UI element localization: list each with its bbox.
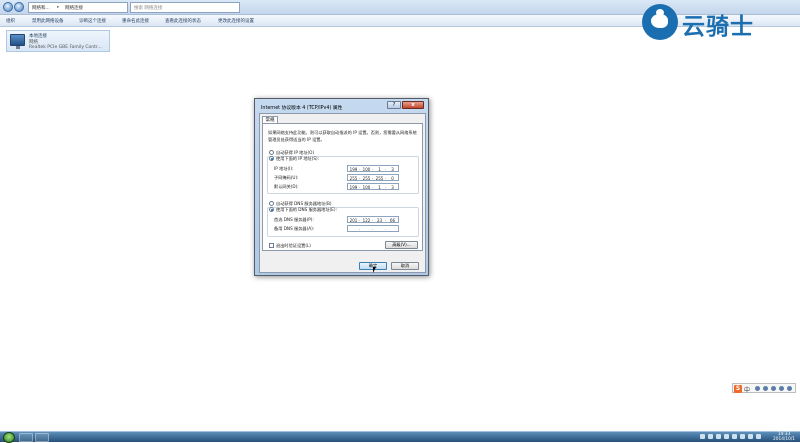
dialog-title: Internet 协议版本 4 (TCP/IPv4) 属性 xyxy=(261,106,343,111)
ip-octet: 3 xyxy=(391,167,394,172)
forward-icon[interactable]: › xyxy=(14,2,24,12)
taskbar-explorer-icon[interactable] xyxy=(19,433,33,442)
tray-icon[interactable] xyxy=(716,434,721,439)
ime-toolbar[interactable]: S 中 xyxy=(732,383,796,394)
organize-button[interactable]: 组织 xyxy=(6,18,15,24)
manual-ip-label: 使用下面的 IP 地址(S): xyxy=(276,156,320,161)
dns-octet: 122 xyxy=(362,218,371,223)
manual-ip-radio[interactable] xyxy=(269,156,274,161)
mask-octet: 255 xyxy=(362,176,371,181)
manual-dns-label: 使用下面的 DNS 服务器地址(E): xyxy=(276,207,337,212)
ip-octet: 199 xyxy=(349,167,358,172)
mask-octet: 0 xyxy=(391,176,394,181)
settings-icon[interactable] xyxy=(787,386,792,391)
taskbar-app-icon[interactable] xyxy=(35,433,49,442)
watermark-text: 云骑士 xyxy=(682,14,754,40)
preferred-dns-label: 首选 DNS 服务器(P): xyxy=(274,217,314,222)
auto-dns-radio[interactable] xyxy=(269,201,274,206)
tray-icon[interactable] xyxy=(700,434,705,439)
mask-octet: 255 xyxy=(375,176,384,181)
tray-icon[interactable] xyxy=(740,434,745,439)
auto-ip-radio[interactable] xyxy=(269,150,274,155)
change-settings-button[interactable]: 更改此连接的设置 xyxy=(218,18,254,24)
mask-octet: 255 xyxy=(349,176,358,181)
help-button[interactable]: ? xyxy=(387,101,401,109)
gateway-input[interactable]: 199. 100. 1. 3 xyxy=(347,183,399,190)
search-input[interactable]: 搜索 网络连接 xyxy=(130,2,240,13)
advanced-button[interactable]: 高级(V)... xyxy=(385,241,418,249)
rename-button[interactable]: 重命名此连接 xyxy=(122,18,149,24)
dialog-body: 常规 如果网络支持此功能，则可以获取自动指派的 IP 设置。否则，您需要从网络系… xyxy=(259,113,426,273)
dialog-description: 如果网络支持此功能，则可以获取自动指派的 IP 设置。否则，您需要从网络系统管理… xyxy=(268,130,417,142)
ime-mode[interactable]: 中 xyxy=(744,385,750,394)
subnet-mask-label: 子网掩码(U): xyxy=(274,175,299,180)
ipv4-properties-dialog: Internet 协议版本 4 (TCP/IPv4) 属性 ? x 常规 如果网… xyxy=(254,98,429,276)
ip-octet: 100 xyxy=(362,167,371,172)
clock-date: 2014/10/1 xyxy=(773,436,796,442)
dns-octet: 201 xyxy=(349,218,358,223)
start-button-icon[interactable] xyxy=(3,432,15,443)
ip-octet: 1 xyxy=(378,167,381,172)
dns-octet: 23 xyxy=(376,218,383,223)
general-panel: 如果网络支持此功能，则可以获取自动指派的 IP 设置。否则，您需要从网络系统管理… xyxy=(262,123,423,251)
view-status-button[interactable]: 查看此连接的状态 xyxy=(165,18,201,24)
disable-device-button[interactable]: 禁用此网络设备 xyxy=(32,18,64,24)
tray-icon[interactable] xyxy=(732,434,737,439)
manual-dns-radio[interactable] xyxy=(269,207,274,212)
gateway-octet: 3 xyxy=(391,185,394,190)
cancel-button[interactable]: 取消 xyxy=(391,262,419,270)
close-button[interactable]: x xyxy=(402,101,424,109)
subnet-mask-input[interactable]: 255. 255. 255. 0 xyxy=(347,174,399,181)
breadcrumb[interactable]: 网络和... ▸ 网络连接 xyxy=(28,2,128,13)
watermark-logo: 云骑士 xyxy=(640,0,800,44)
gateway-octet: 1 xyxy=(378,185,381,190)
network-adapter-icon xyxy=(10,34,25,49)
ip-address-input[interactable]: 199. 100. 1. 3 xyxy=(347,165,399,172)
dns-octet: 66 xyxy=(389,218,396,223)
volume-tray-icon[interactable] xyxy=(756,434,761,439)
preferred-dns-input[interactable]: 201. 122. 23. 66 xyxy=(347,216,399,223)
gateway-octet: 199 xyxy=(349,185,358,190)
microphone-icon[interactable] xyxy=(763,386,768,391)
validate-checkbox[interactable] xyxy=(269,243,274,248)
validate-label: 退出时验证设置(L) xyxy=(276,243,311,248)
breadcrumb-separator: ▸ xyxy=(57,5,60,10)
knight-logo-icon xyxy=(642,4,678,40)
alternate-dns-label: 备用 DNS 服务器(A): xyxy=(274,226,315,231)
breadcrumb-item[interactable]: 网络和... xyxy=(32,5,50,11)
punctuation-icon[interactable] xyxy=(755,386,760,391)
back-icon[interactable]: ‹ xyxy=(3,2,13,12)
tray-icon[interactable] xyxy=(724,434,729,439)
search-placeholder: 搜索 网络连接 xyxy=(134,6,163,11)
clock[interactable]: 14:33 2014/10/1 xyxy=(773,432,796,442)
alternate-dns-input[interactable]: . . . xyxy=(347,225,399,232)
network-tray-icon[interactable] xyxy=(748,434,753,439)
connection-adapter: Realtek PCIe GBE Family Contr... xyxy=(29,45,102,50)
local-connection-item[interactable]: 本地连接 网络 Realtek PCIe GBE Family Contr... xyxy=(6,30,110,52)
diagnose-button[interactable]: 诊断这个连接 xyxy=(79,18,106,24)
mouse-cursor-icon xyxy=(373,267,376,273)
breadcrumb-item[interactable]: 网络连接 xyxy=(65,5,83,11)
taskbar: 14:33 2014/10/1 xyxy=(0,431,800,443)
ip-address-label: IP 地址(I): xyxy=(274,166,294,171)
tray-icon[interactable] xyxy=(708,434,713,439)
gateway-octet: 100 xyxy=(362,185,371,190)
keyboard-icon[interactable] xyxy=(771,386,776,391)
skin-icon[interactable] xyxy=(779,386,784,391)
sogou-logo-icon: S xyxy=(734,385,742,393)
gateway-label: 默认网关(D): xyxy=(274,184,299,189)
